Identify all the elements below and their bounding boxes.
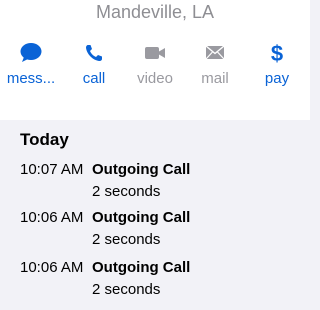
section-title: Today <box>20 130 69 149</box>
call-time: 10:06 AM <box>20 209 84 226</box>
contact-location: Mandeville, LA <box>95 2 215 22</box>
message-label: mess... <box>6 70 56 87</box>
video-camera-icon <box>124 40 186 66</box>
call-duration: 2 seconds <box>92 281 161 298</box>
call-duration: 2 seconds <box>92 183 161 200</box>
message-button[interactable]: mess... <box>0 40 62 96</box>
call-duration: 2 seconds <box>92 231 161 248</box>
contact-header: Mandeville, LA mess... call video mail $… <box>0 0 310 120</box>
call-type: Outgoing Call <box>92 161 191 178</box>
mail-button[interactable]: mail <box>184 40 246 96</box>
call-entry: 10:06 AM Outgoing Call 2 seconds <box>20 209 300 255</box>
video-button[interactable]: video <box>124 40 186 96</box>
pay-label: pay <box>264 70 290 87</box>
call-type: Outgoing Call <box>92 209 191 226</box>
call-type: Outgoing Call <box>92 259 191 276</box>
dollar-sign-icon: $ <box>246 40 308 66</box>
message-bubble-icon <box>0 40 62 66</box>
envelope-icon <box>184 40 246 66</box>
call-button[interactable]: call <box>63 40 125 96</box>
call-entry: 10:06 AM Outgoing Call 2 seconds <box>20 259 300 305</box>
video-label: video <box>137 70 173 87</box>
mail-label: mail <box>201 70 229 87</box>
call-history: Today 10:07 AM Outgoing Call 2 seconds 1… <box>0 120 310 310</box>
contact-actions-bar: mess... call video mail $ pay <box>0 40 310 100</box>
call-time: 10:06 AM <box>20 259 84 276</box>
call-label: call <box>82 70 106 87</box>
call-time: 10:07 AM <box>20 161 84 178</box>
pay-button[interactable]: $ pay <box>246 40 308 96</box>
phone-icon <box>63 40 125 66</box>
svg-text:$: $ <box>271 41 283 65</box>
call-entry: 10:07 AM Outgoing Call 2 seconds <box>20 161 300 207</box>
